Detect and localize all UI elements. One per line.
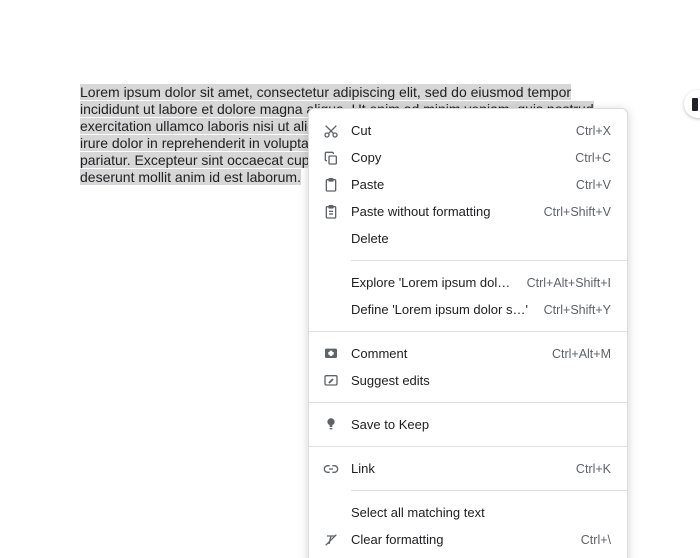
menu-item-select-matching[interactable]: Select all matching text <box>309 499 627 526</box>
paste-plain-icon <box>321 202 341 222</box>
suggest-icon <box>321 371 341 391</box>
menu-item-define[interactable]: Define 'Lorem ipsum dolor s…' Ctrl+Shift… <box>309 296 627 323</box>
menu-label: Link <box>351 461 564 476</box>
menu-shortcut: Ctrl+Alt+Shift+I <box>527 276 611 290</box>
menu-shortcut: Ctrl+Alt+M <box>552 347 611 361</box>
blank-icon <box>321 300 341 320</box>
menu-shortcut: Ctrl+C <box>575 151 611 165</box>
menu-shortcut: Ctrl+X <box>576 124 611 138</box>
menu-label: Suggest edits <box>351 373 599 388</box>
menu-item-explore[interactable]: Explore 'Lorem ipsum dolor s…' Ctrl+Alt+… <box>309 269 627 296</box>
menu-item-comment[interactable]: Comment Ctrl+Alt+M <box>309 340 627 367</box>
menu-shortcut: Ctrl+K <box>576 462 611 476</box>
menu-label: Save to Keep <box>351 417 599 432</box>
menu-item-clear-formatting[interactable]: Clear formatting Ctrl+\ <box>309 526 627 553</box>
menu-label: Define 'Lorem ipsum dolor s…' <box>351 302 532 317</box>
menu-label: Cut <box>351 123 564 138</box>
cut-icon <box>321 121 341 141</box>
menu-shortcut: Ctrl+Shift+V <box>544 205 611 219</box>
blank-icon <box>321 273 341 293</box>
menu-label: Comment <box>351 346 540 361</box>
menu-label: Delete <box>351 231 599 246</box>
menu-divider <box>309 402 627 403</box>
menu-shortcut: Ctrl+\ <box>581 533 611 547</box>
menu-label: Paste without formatting <box>351 204 532 219</box>
menu-divider <box>309 446 627 447</box>
link-icon <box>321 459 341 479</box>
menu-item-paste-plain[interactable]: Paste without formatting Ctrl+Shift+V <box>309 198 627 225</box>
menu-divider <box>351 490 627 491</box>
menu-label: Select all matching text <box>351 505 599 520</box>
menu-divider <box>351 260 627 261</box>
menu-shortcut: Ctrl+V <box>576 178 611 192</box>
blank-icon <box>321 503 341 523</box>
menu-item-suggest-edits[interactable]: Suggest edits <box>309 367 627 394</box>
paste-icon <box>321 175 341 195</box>
menu-item-paste[interactable]: Paste Ctrl+V <box>309 171 627 198</box>
menu-item-copy[interactable]: Copy Ctrl+C <box>309 144 627 171</box>
menu-item-save-to-keep[interactable]: Save to Keep <box>309 411 627 438</box>
menu-item-cut[interactable]: Cut Ctrl+X <box>309 117 627 144</box>
menu-label: Copy <box>351 150 563 165</box>
menu-item-link[interactable]: Link Ctrl+K <box>309 455 627 482</box>
menu-label: Explore 'Lorem ipsum dolor s…' <box>351 275 515 290</box>
menu-divider <box>309 331 627 332</box>
menu-item-delete[interactable]: Delete <box>309 225 627 252</box>
side-panel-toggle[interactable] <box>684 90 700 118</box>
side-panel-icon <box>692 98 698 111</box>
comment-icon <box>321 344 341 364</box>
menu-label: Paste <box>351 177 564 192</box>
context-menu: Cut Ctrl+X Copy Ctrl+C Paste Ctrl+V <box>308 108 628 558</box>
blank-icon <box>321 229 341 249</box>
menu-shortcut: Ctrl+Shift+Y <box>544 303 611 317</box>
keep-icon <box>321 415 341 435</box>
clear-format-icon <box>321 530 341 550</box>
menu-label: Clear formatting <box>351 532 569 547</box>
copy-icon <box>321 148 341 168</box>
